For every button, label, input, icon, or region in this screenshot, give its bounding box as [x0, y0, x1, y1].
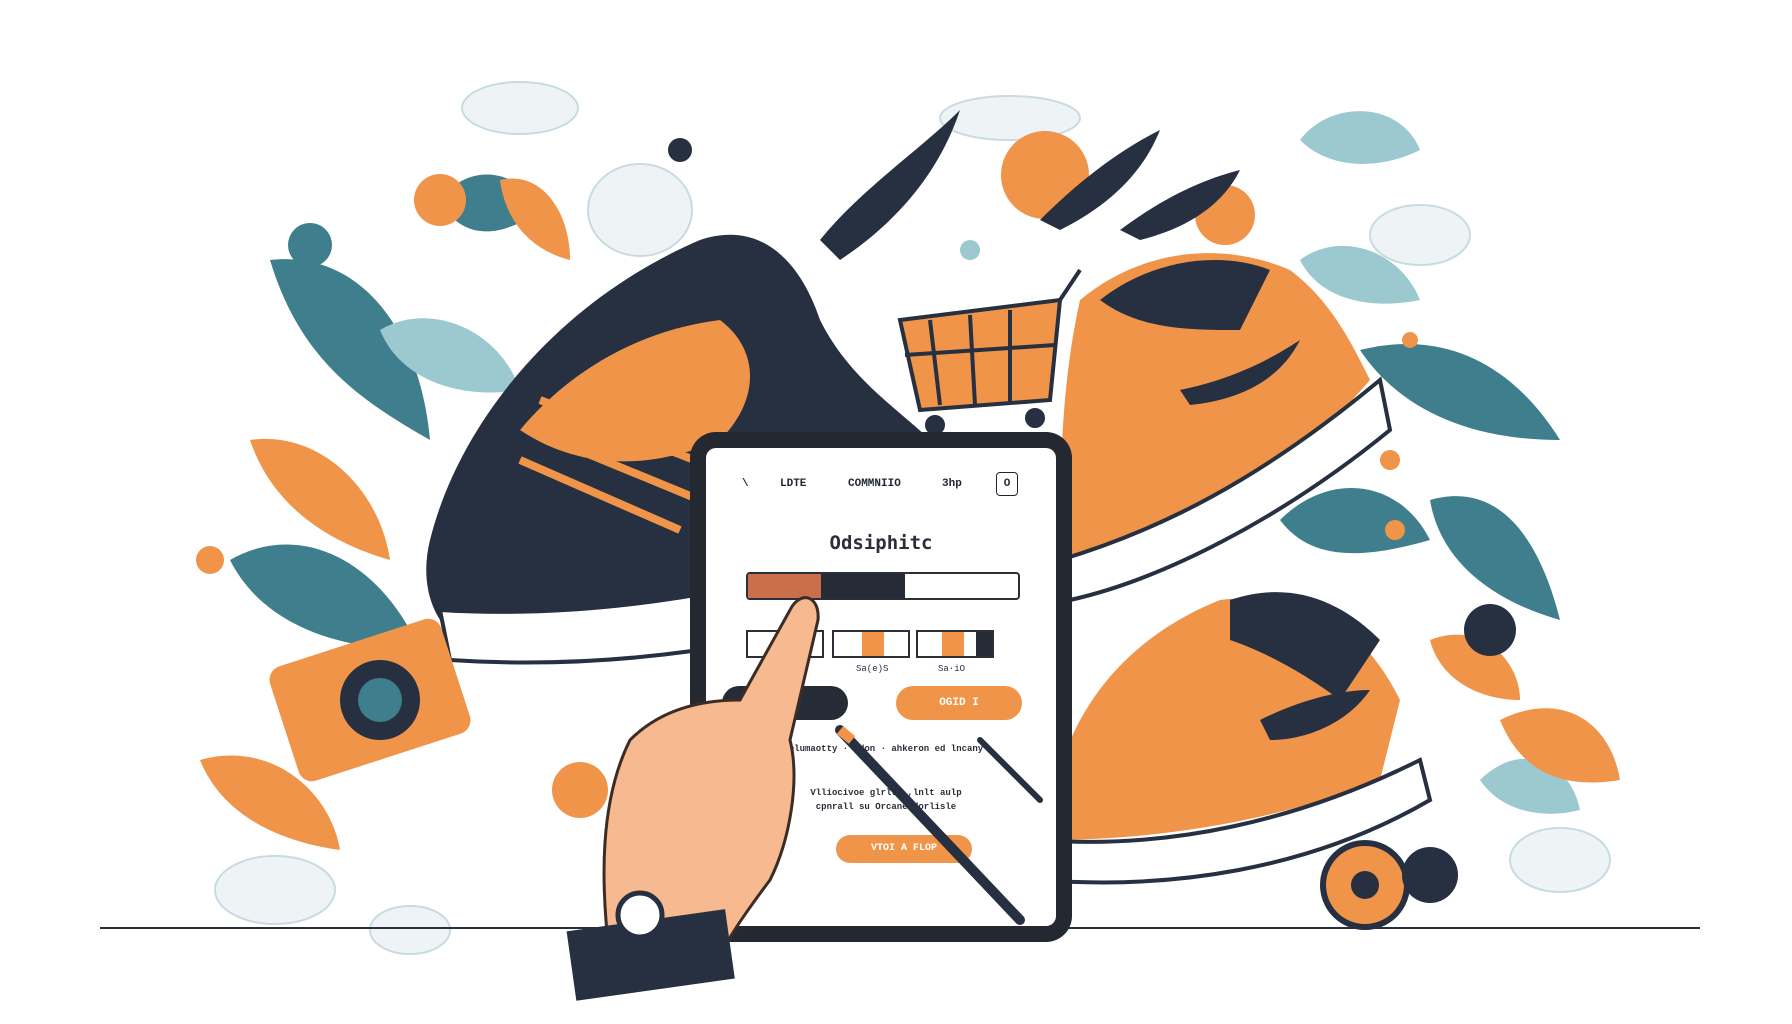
progress-bar [746, 572, 1020, 600]
tablet-screen: \ LDTE COMMNIIO 3hp O Odsiphitc Sa(e)S S… [706, 448, 1056, 926]
option-box-1[interactable] [746, 630, 824, 658]
menu-icon[interactable]: O [996, 472, 1018, 496]
app-nav: \ LDTE COMMNIIO 3hp O [706, 472, 1056, 498]
progress-segment-2 [820, 574, 905, 598]
wheel-icon [1320, 840, 1458, 930]
camera-icon [269, 618, 471, 782]
progress-segment-1 [748, 574, 821, 598]
body-text-line-3: cpnrall su Orcane dorlisle [815, 802, 957, 812]
option-box-2[interactable] [832, 630, 910, 658]
shopping-cart-icon [897, 268, 1082, 435]
nav-item-2[interactable]: LDTE [780, 478, 806, 490]
option-fill-dark [976, 632, 992, 656]
option-label-3: Sa·iO [938, 664, 966, 674]
option-fill [942, 632, 964, 656]
page-title: Odsiphitc [829, 532, 933, 554]
body-text-line-1: plumaotty · ndon · ahkeron ed lncany [788, 744, 984, 754]
nav-item-3[interactable]: COMMNIIO [848, 478, 901, 490]
option-fill [862, 632, 884, 656]
tablet-device: \ LDTE COMMNIIO 3hp O Odsiphitc Sa(e)S S… [690, 432, 1072, 942]
bottom-sneaker [1038, 592, 1433, 885]
nav-item-1[interactable]: \ [742, 478, 749, 490]
nav-item-4[interactable]: 3hp [942, 478, 962, 490]
step-button[interactable]: GTEP [722, 686, 848, 720]
option-box-3[interactable] [916, 630, 994, 658]
body-text-line-2: Vlliocivoe glrlt- ,lnlt aulp [810, 788, 962, 798]
gold-button[interactable]: OGID I [896, 686, 1022, 720]
cta-button[interactable]: VTOI A FLOP [836, 835, 972, 863]
option-label-2: Sa(e)S [856, 664, 889, 674]
